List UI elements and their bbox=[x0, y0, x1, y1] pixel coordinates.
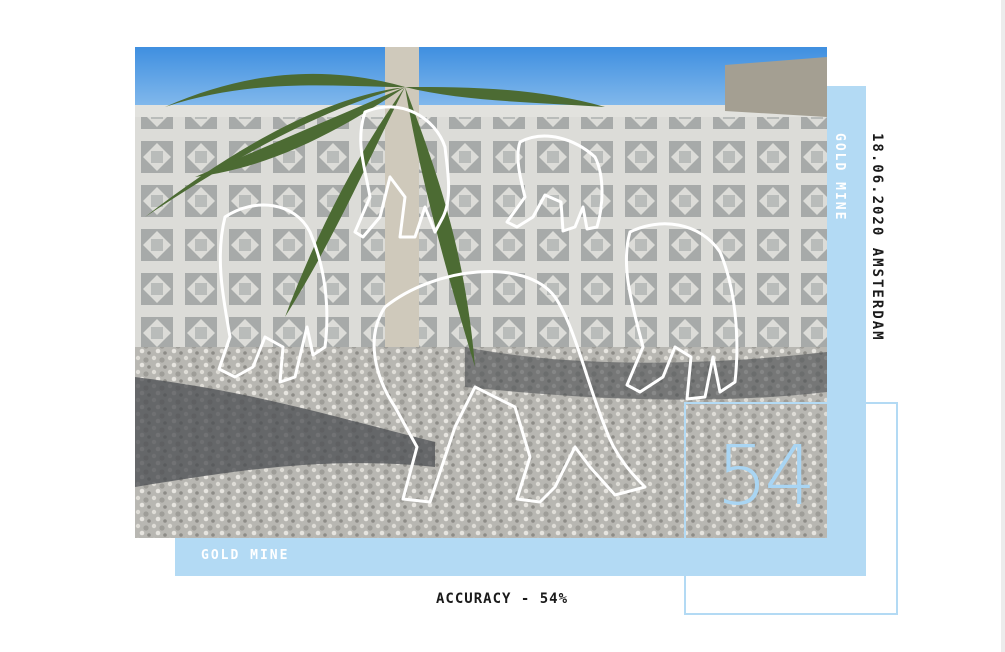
score-number: 54 bbox=[716, 429, 816, 524]
vertical-band-label: GOLD MINE bbox=[832, 133, 847, 222]
scrollbar-track[interactable] bbox=[1001, 0, 1005, 652]
date-location-label: 18.06.2020 AMSTERDAM bbox=[869, 133, 885, 342]
band-label: GOLD MINE bbox=[201, 548, 290, 563]
accuracy-caption: ACCURACY - 54% bbox=[436, 591, 569, 607]
